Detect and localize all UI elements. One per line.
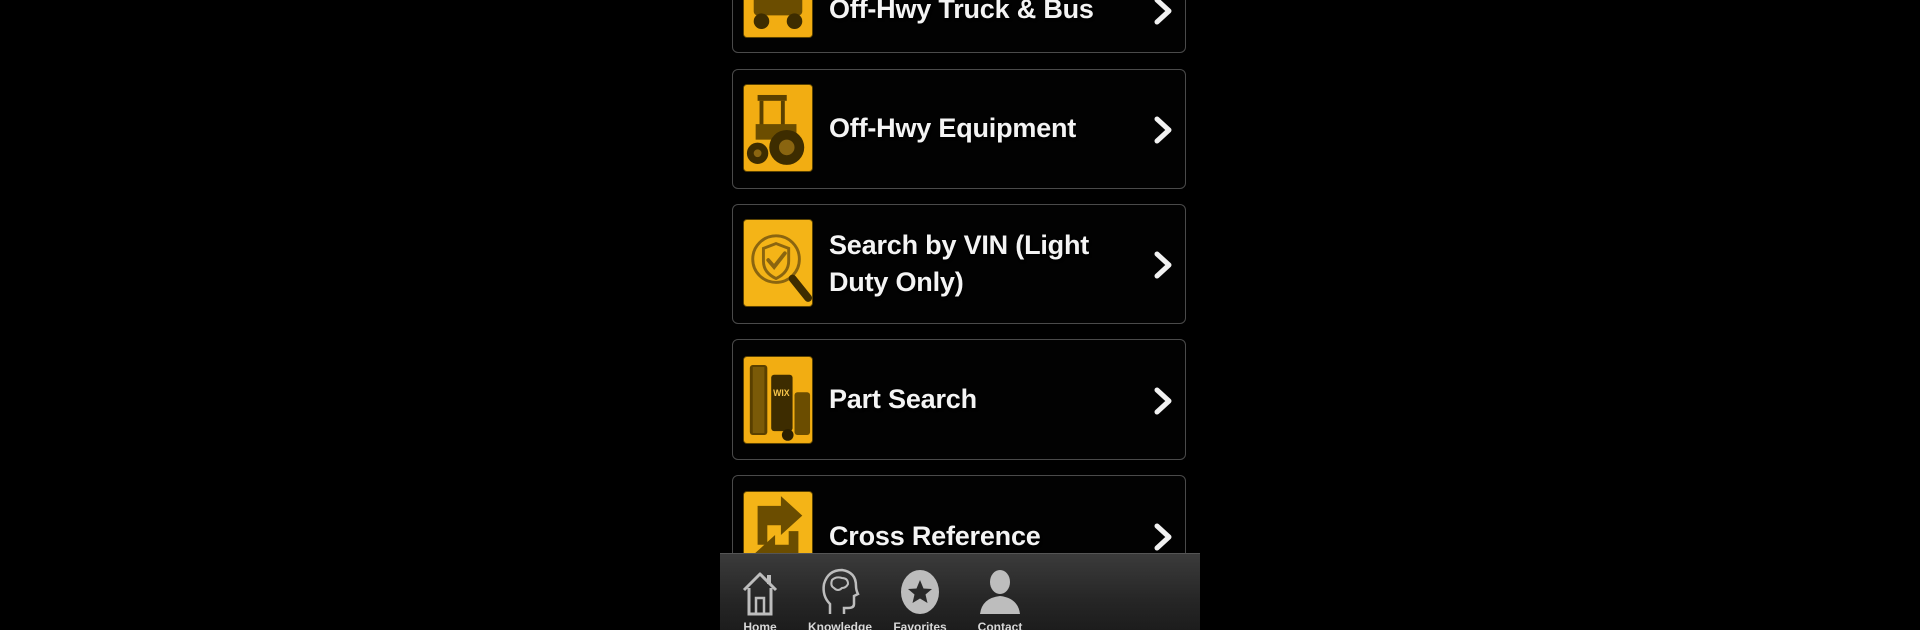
tab-home[interactable]: Home — [720, 554, 800, 630]
chevron-right-icon — [1153, 251, 1173, 279]
tab-favorites[interactable]: Favorites — [880, 554, 960, 630]
tab-contact[interactable]: Contact — [960, 554, 1040, 630]
home-icon — [740, 566, 780, 616]
tractor-icon — [743, 84, 813, 172]
tab-label: Knowledge — [807, 620, 872, 630]
menu-item-label: Cross Reference — [829, 521, 1041, 551]
person-icon — [980, 566, 1020, 616]
menu-item-off-hwy-equipment[interactable]: Off-Hwy Equipment — [732, 69, 1186, 189]
bottom-tab-bar: Home Knowledge Favorites Contact — [720, 553, 1200, 630]
chevron-right-icon — [1153, 0, 1173, 25]
filters-icon: WIX — [743, 356, 813, 444]
menu-item-part-search[interactable]: WIX Part Search — [732, 339, 1186, 460]
app-screen: Off-Hwy Truck & Bus Off-Hwy Equipment Se… — [720, 0, 1200, 630]
menu-item-search-by-vin[interactable]: Search by VIN (Light Duty Only) — [732, 204, 1186, 324]
menu-item-label: Part Search — [829, 384, 977, 414]
tab-knowledge[interactable]: Knowledge — [800, 554, 880, 630]
menu-item-label: Off-Hwy Equipment — [829, 113, 1077, 143]
chevron-right-icon — [1153, 387, 1173, 415]
vin-search-icon — [743, 219, 813, 307]
svg-text:WIX: WIX — [773, 388, 790, 398]
star-icon — [900, 566, 940, 616]
tab-label: Home — [743, 620, 777, 630]
menu-item-label: Off-Hwy Truck & Bus — [829, 0, 1094, 24]
chevron-right-icon — [1153, 523, 1173, 551]
chevron-right-icon — [1153, 116, 1173, 144]
menu-item-off-hwy-truck-bus[interactable]: Off-Hwy Truck & Bus — [732, 0, 1186, 53]
truck-icon — [743, 0, 813, 38]
tab-label: Favorites — [893, 620, 947, 630]
head-icon — [820, 566, 860, 616]
menu-item-label: Search by VIN (Light Duty Only) — [829, 230, 1090, 297]
tab-label: Contact — [977, 620, 1023, 630]
